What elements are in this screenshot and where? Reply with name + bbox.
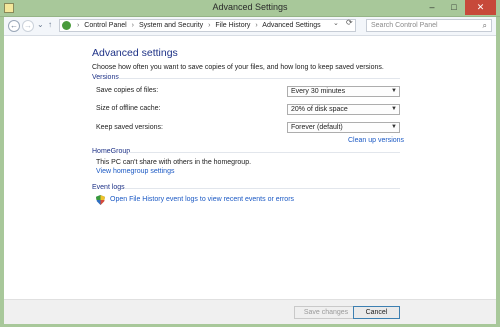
back-button[interactable]: ← — [8, 20, 20, 32]
cancel-button[interactable]: Cancel — [353, 306, 400, 319]
breadcrumb-separator-icon: › — [208, 22, 211, 29]
save-changes-button[interactable]: Save changes — [294, 306, 358, 319]
search-icon[interactable]: ⌕ — [483, 20, 487, 31]
breadcrumb-separator-icon: › — [255, 22, 258, 29]
section-divider — [118, 78, 400, 79]
chevron-down-icon: ▼ — [391, 88, 397, 94]
save-copies-value: Every 30 minutes — [291, 88, 346, 95]
offline-cache-value: 20% of disk space — [291, 106, 348, 113]
keep-versions-value: Forever (default) — [291, 124, 343, 131]
offline-cache-label: Size of offline cache: — [96, 105, 161, 112]
breadcrumb-system-security[interactable]: System and Security — [139, 22, 203, 29]
save-copies-label: Save copies of files: — [96, 87, 159, 94]
homegroup-status-text: This PC can't share with others in the h… — [96, 159, 252, 166]
search-input[interactable]: Search Control Panel ⌕ — [366, 19, 492, 32]
save-copies-select[interactable]: Every 30 minutes ▼ — [287, 86, 400, 97]
section-divider — [124, 188, 400, 189]
shield-icon — [96, 195, 105, 205]
up-button[interactable]: ↑ — [48, 20, 52, 29]
maximize-button[interactable]: □ — [443, 0, 465, 15]
address-field[interactable]: › Control Panel › System and Security › … — [59, 19, 356, 32]
title-bar: Advanced Settings – □ ✕ — [0, 0, 500, 17]
close-button[interactable]: ✕ — [465, 0, 496, 15]
keep-versions-select[interactable]: Forever (default) ▼ — [287, 122, 400, 133]
breadcrumb-separator-icon: › — [77, 22, 80, 29]
clean-up-versions-link[interactable]: Clean up versions — [348, 137, 404, 144]
breadcrumb-advanced-settings[interactable]: Advanced Settings — [262, 22, 320, 29]
window-border-left — [0, 17, 4, 327]
refresh-icon[interactable]: ⟳ — [346, 18, 353, 27]
navigation-bar: ← → ⌄ ↑ › Control Panel › System and Sec… — [4, 17, 496, 36]
chevron-down-icon: ▼ — [391, 106, 397, 112]
breadcrumb-separator-icon: › — [131, 22, 135, 29]
recent-locations-chevron-icon[interactable]: ⌄ — [37, 20, 44, 29]
section-header-versions: Versions — [92, 74, 119, 81]
control-panel-icon — [62, 21, 71, 30]
chevron-down-icon: ▼ — [391, 124, 397, 130]
section-divider — [128, 152, 400, 153]
page-title: Advanced settings — [92, 47, 178, 59]
section-header-event-logs: Event logs — [92, 184, 125, 191]
page-description: Choose how often you want to save copies… — [92, 64, 384, 71]
keep-versions-label: Keep saved versions: — [96, 124, 163, 131]
section-header-homegroup: HomeGroup — [92, 148, 131, 155]
search-placeholder: Search Control Panel — [371, 22, 438, 29]
breadcrumb-control-panel[interactable]: Control Panel — [84, 22, 126, 29]
footer-bar: Save changes Cancel — [4, 299, 496, 324]
breadcrumb-file-history[interactable]: File History — [215, 22, 250, 29]
address-dropdown-icon[interactable]: ⌄ — [333, 19, 339, 27]
minimize-button[interactable]: – — [421, 0, 443, 15]
event-logs-link[interactable]: Open File History event logs to view rec… — [110, 196, 294, 203]
window-border-right — [496, 17, 500, 327]
homegroup-settings-link[interactable]: View homegroup settings — [96, 168, 174, 175]
offline-cache-select[interactable]: 20% of disk space ▼ — [287, 104, 400, 115]
forward-button[interactable]: → — [22, 20, 34, 32]
